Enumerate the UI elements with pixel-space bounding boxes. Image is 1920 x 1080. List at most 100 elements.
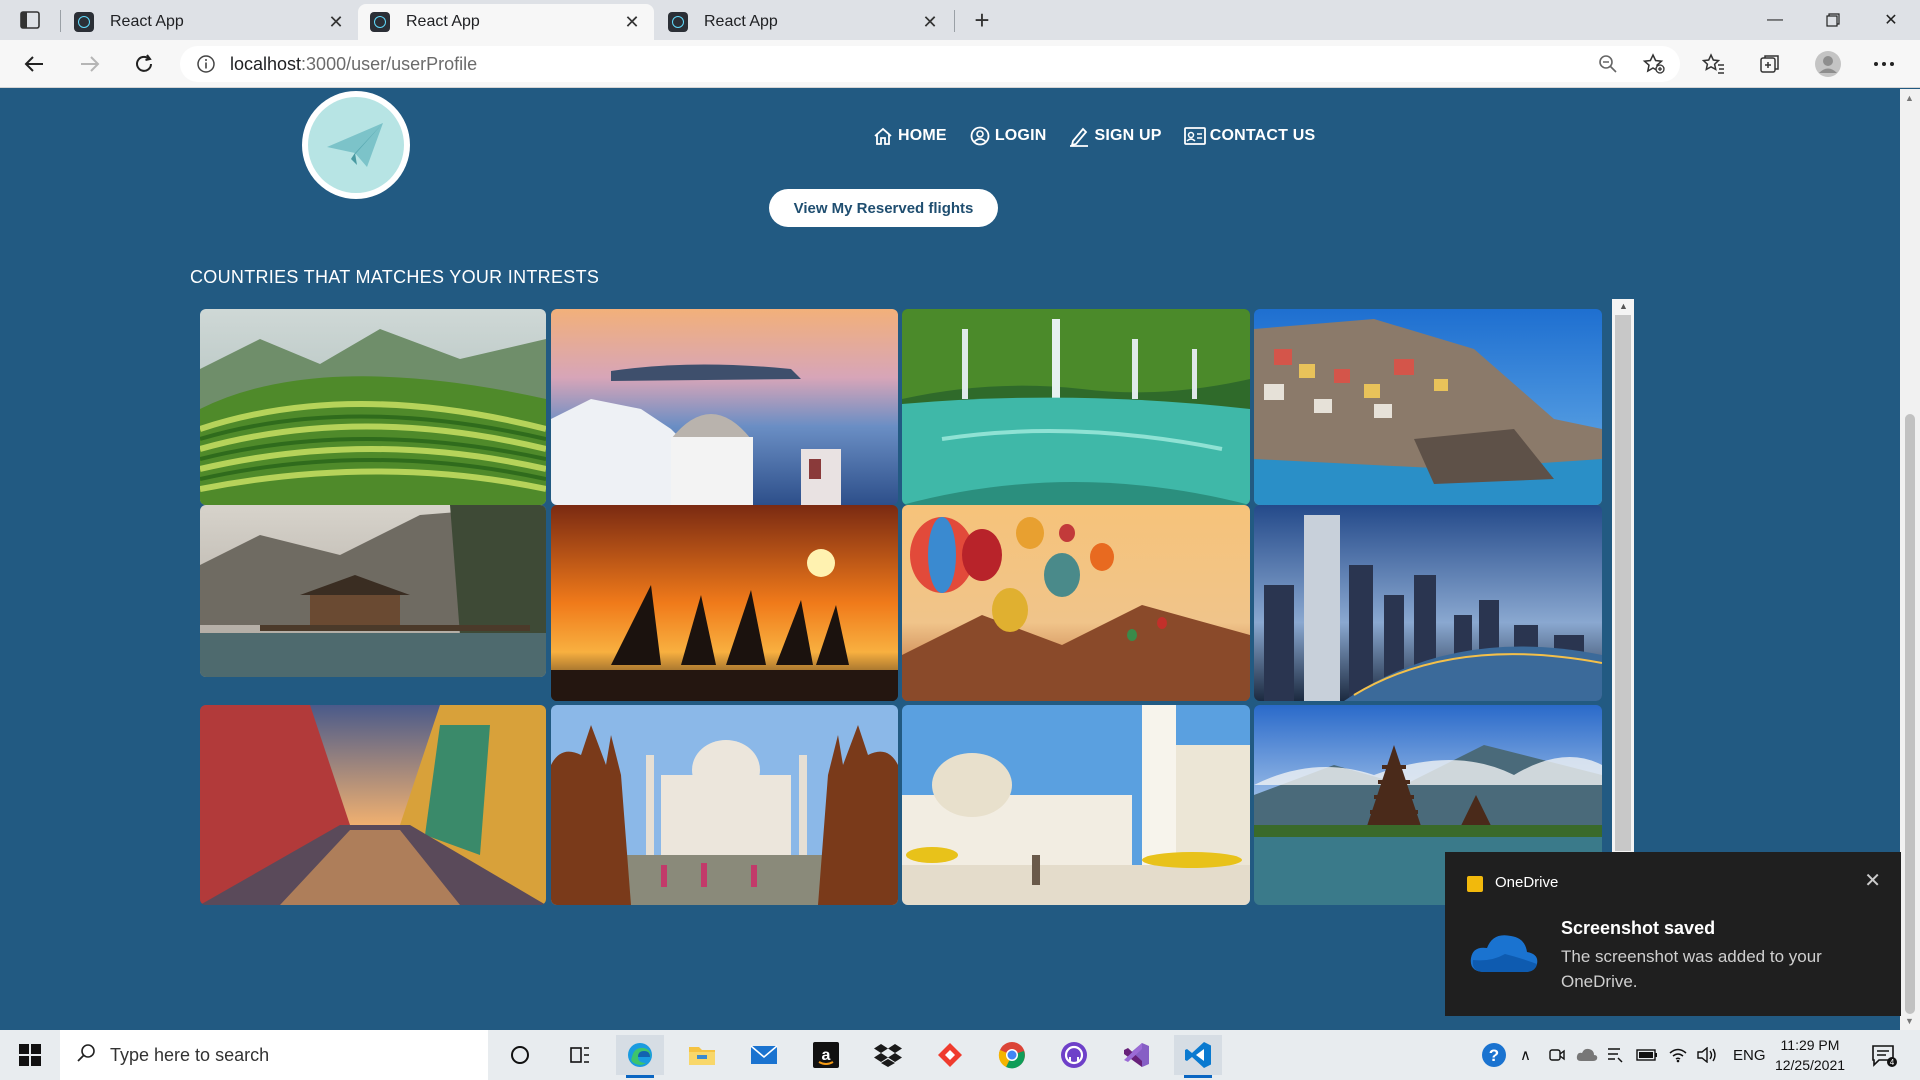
windows-taskbar: Type here to search a ? ∧ ENG 11:29 PM 1… bbox=[0, 1030, 1920, 1080]
onedrive-tray-icon[interactable] bbox=[1576, 1030, 1598, 1080]
running-indicator bbox=[626, 1075, 654, 1078]
nav-login-label: LOGIN bbox=[994, 127, 1047, 144]
page-scroll-up-icon[interactable]: ▲ bbox=[1905, 93, 1914, 103]
show-hidden-icons-chevron-icon[interactable]: ∧ bbox=[1520, 1030, 1531, 1080]
mail-icon[interactable] bbox=[740, 1035, 788, 1075]
city-skyline-image[interactable] bbox=[1254, 505, 1602, 701]
help-icon[interactable]: ? bbox=[1480, 1030, 1508, 1080]
pencil-icon bbox=[1068, 125, 1090, 147]
cortana-icon[interactable] bbox=[496, 1035, 544, 1075]
taskbar-search-box[interactable]: Type here to search bbox=[60, 1030, 488, 1080]
anydesk-icon[interactable] bbox=[926, 1035, 974, 1075]
gallery-scrollbar[interactable]: ▲ bbox=[1612, 299, 1634, 853]
new-tab-button[interactable]: + bbox=[966, 5, 998, 35]
favorites-icon[interactable] bbox=[1696, 48, 1732, 80]
browser-tab[interactable]: React App ✕ bbox=[656, 4, 952, 40]
volume-icon[interactable] bbox=[1696, 1030, 1718, 1080]
collections-icon[interactable] bbox=[1752, 48, 1788, 80]
back-arrow-icon[interactable] bbox=[16, 48, 52, 80]
wifi-icon[interactable] bbox=[1668, 1030, 1688, 1080]
gallery-scrollbar-thumb[interactable] bbox=[1615, 315, 1631, 851]
svg-text:a: a bbox=[822, 1047, 831, 1064]
react-favicon-icon bbox=[668, 12, 688, 32]
nav-home[interactable]: HOME bbox=[872, 125, 947, 147]
zoom-icon[interactable] bbox=[1590, 48, 1626, 80]
react-favicon-icon bbox=[74, 12, 94, 32]
action-center-icon[interactable]: 4 bbox=[1864, 1040, 1904, 1072]
running-indicator bbox=[1184, 1075, 1212, 1078]
tab-separator bbox=[60, 10, 61, 32]
add-favorite-icon[interactable] bbox=[1636, 48, 1672, 80]
meet-now-icon[interactable] bbox=[1548, 1030, 1566, 1080]
taj-mahal-image[interactable] bbox=[551, 705, 898, 905]
nav-contact[interactable]: CONTACT US bbox=[1183, 125, 1316, 147]
notes-icon[interactable] bbox=[1606, 1030, 1624, 1080]
task-view-icon[interactable] bbox=[556, 1035, 604, 1075]
toast-title: Screenshot saved bbox=[1561, 918, 1716, 938]
nav-signup[interactable]: SIGN UP bbox=[1068, 125, 1161, 147]
toast-app-name: OneDrive bbox=[1495, 874, 1559, 891]
close-tab-icon[interactable]: ✕ bbox=[920, 12, 940, 32]
hot-air-balloons-image[interactable] bbox=[902, 505, 1250, 701]
sunset-sailboats-image[interactable] bbox=[551, 505, 898, 701]
tab-title: React App bbox=[704, 13, 778, 30]
tab-separator bbox=[954, 10, 955, 32]
mosque-image[interactable] bbox=[902, 705, 1250, 905]
country-gallery bbox=[200, 309, 1602, 949]
site-logo[interactable] bbox=[302, 91, 410, 199]
url-text[interactable]: localhost:3000/user/userProfile bbox=[230, 54, 477, 75]
refresh-icon[interactable] bbox=[126, 48, 162, 80]
url-path: :3000/user/userProfile bbox=[301, 53, 478, 74]
main-nav: HOME LOGIN SIGN UP CONTACT US bbox=[872, 125, 1315, 147]
edge-browser-icon[interactable] bbox=[616, 1035, 664, 1078]
svg-text:?: ? bbox=[1489, 1046, 1499, 1065]
onedrive-notification-toast[interactable]: OneDrive ✕ Screenshot saved The screensh… bbox=[1445, 852, 1901, 1016]
contact-card-icon bbox=[1183, 125, 1206, 147]
waterfall-lake-image[interactable] bbox=[902, 309, 1250, 505]
notification-count: 4 bbox=[1890, 1058, 1895, 1067]
close-tab-icon[interactable]: ✕ bbox=[622, 12, 642, 32]
page-scrollbar-thumb[interactable] bbox=[1905, 414, 1915, 1014]
amazon-icon[interactable]: a bbox=[802, 1035, 850, 1075]
windows-start-icon[interactable] bbox=[0, 1030, 60, 1080]
profile-avatar-icon[interactable] bbox=[1810, 48, 1846, 80]
chrome-icon[interactable] bbox=[988, 1035, 1036, 1075]
onedrive-cloud-icon bbox=[1467, 928, 1539, 981]
browser-tab[interactable]: React App ✕ bbox=[62, 4, 358, 40]
tab-actions-icon[interactable] bbox=[14, 8, 46, 32]
site-info-icon[interactable] bbox=[196, 54, 216, 74]
venice-canal-image[interactable] bbox=[200, 705, 546, 905]
view-reserved-flights-button[interactable]: View My Reserved flights bbox=[769, 189, 998, 227]
file-explorer-icon[interactable] bbox=[678, 1035, 726, 1075]
browser-tab-active[interactable]: React App ✕ bbox=[358, 4, 654, 40]
minimize-window-icon[interactable]: — bbox=[1746, 0, 1804, 40]
vscode-icon[interactable] bbox=[1174, 1035, 1222, 1078]
rice-terraces-image[interactable] bbox=[200, 309, 546, 505]
close-window-icon[interactable]: ✕ bbox=[1862, 0, 1920, 40]
nav-contact-label: CONTACT US bbox=[1209, 127, 1316, 144]
paper-plane-icon bbox=[308, 97, 404, 193]
page-scrollbar[interactable]: ▲ ▼ bbox=[1900, 89, 1920, 1030]
page-scroll-down-icon[interactable]: ▼ bbox=[1905, 1016, 1914, 1026]
scroll-up-arrow-icon[interactable]: ▲ bbox=[1619, 301, 1628, 311]
taskbar-search-placeholder: Type here to search bbox=[110, 1044, 270, 1065]
close-toast-icon[interactable]: ✕ bbox=[1864, 868, 1881, 893]
forward-arrow-icon[interactable] bbox=[72, 48, 108, 80]
home-icon bbox=[872, 125, 894, 147]
more-menu-icon[interactable] bbox=[1866, 48, 1902, 80]
visual-studio-icon[interactable] bbox=[1112, 1035, 1160, 1075]
browser-tab-bar: React App ✕ React App ✕ React App ✕ + — … bbox=[0, 0, 1920, 40]
mountain-lake-cabin-image[interactable] bbox=[200, 505, 546, 677]
close-tab-icon[interactable]: ✕ bbox=[326, 12, 346, 32]
nav-login[interactable]: LOGIN bbox=[969, 125, 1047, 147]
battery-icon[interactable] bbox=[1636, 1030, 1658, 1080]
language-indicator[interactable]: ENG bbox=[1733, 1030, 1766, 1080]
address-toolbar: localhost:3000/user/userProfile bbox=[0, 40, 1920, 88]
cinque-terre-image[interactable] bbox=[1254, 309, 1602, 505]
url-bar[interactable]: localhost:3000/user/userProfile bbox=[180, 46, 1680, 82]
santorini-image[interactable] bbox=[551, 309, 898, 505]
github-desktop-icon[interactable] bbox=[1050, 1035, 1098, 1075]
restore-window-icon[interactable] bbox=[1804, 0, 1862, 40]
taskbar-clock[interactable]: 11:29 PM 12/25/2021 bbox=[1770, 1035, 1850, 1075]
dropbox-icon[interactable] bbox=[864, 1035, 912, 1075]
